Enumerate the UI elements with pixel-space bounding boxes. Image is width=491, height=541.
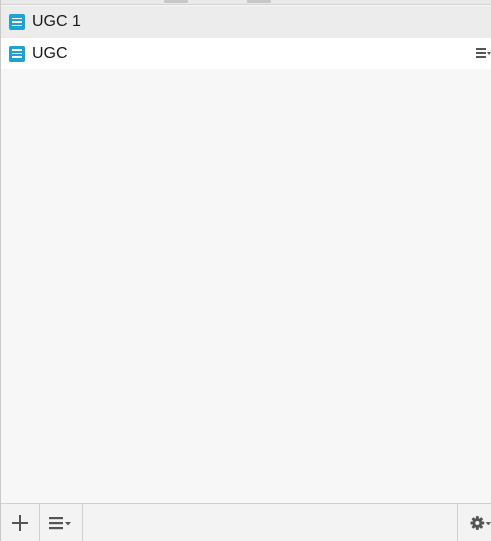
settings-button[interactable] bbox=[457, 504, 491, 541]
list-item-label: UGC 1 bbox=[32, 13, 81, 30]
resize-grip[interactable] bbox=[164, 0, 188, 3]
list-item[interactable]: UGC 1 bbox=[1, 6, 491, 38]
item-list-panel: UGC 1 UGC bbox=[0, 0, 491, 541]
menu-dropdown-icon bbox=[49, 516, 71, 529]
panel-top-strip bbox=[1, 0, 491, 5]
plus-icon bbox=[12, 514, 28, 531]
list-menu-button[interactable] bbox=[40, 504, 83, 541]
gear-dropdown-icon bbox=[470, 515, 491, 530]
list-item-label: UGC bbox=[32, 44, 68, 62]
row-menu-button[interactable] bbox=[475, 45, 491, 61]
list-item[interactable]: UGC bbox=[1, 38, 491, 69]
item-list: UGC 1 UGC bbox=[1, 6, 491, 69]
menu-dropdown-icon bbox=[476, 48, 491, 58]
document-list-icon bbox=[9, 45, 25, 62]
list-toolbar bbox=[1, 503, 491, 541]
add-button[interactable] bbox=[1, 504, 40, 541]
resize-grip[interactable] bbox=[247, 0, 271, 3]
document-list-icon bbox=[9, 14, 25, 30]
